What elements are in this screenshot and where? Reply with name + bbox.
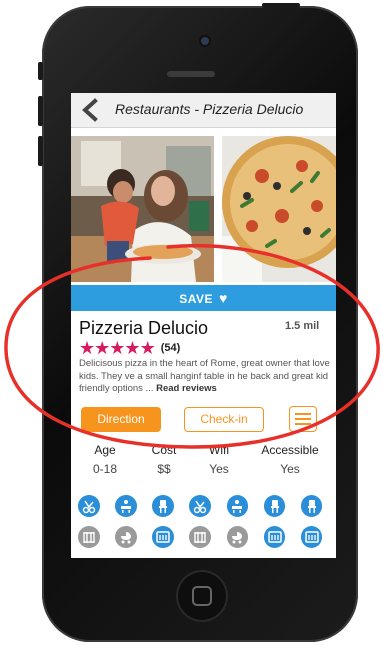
stat-value: Yes — [280, 462, 300, 476]
stat-label: Wifi — [209, 443, 229, 457]
volume-up-button — [38, 96, 43, 126]
star-icon: ★ — [94, 338, 111, 358]
star-icon: ★ — [124, 338, 141, 358]
stat-cost: Cost $$ — [134, 443, 194, 476]
page-title: Restaurants - Pizzeria Delucio — [115, 101, 304, 117]
restaurant-description: Delicisous pizza in the heart of Rome, g… — [79, 358, 333, 396]
distance: 1.5 mil — [285, 320, 320, 332]
stat-accessible: Accessible Yes — [257, 443, 323, 476]
high-chair-icon — [263, 495, 286, 517]
read-reviews-link[interactable]: Read reviews — [156, 383, 217, 394]
direction-button[interactable]: Direction — [81, 407, 161, 432]
rating-stars: ★ ★ ★ ★ ★ (54) — [79, 339, 180, 357]
stroller-icon — [189, 495, 212, 517]
stat-age: Age 0-18 — [75, 443, 135, 476]
high-chair-icon — [152, 495, 174, 517]
earpiece-speaker — [167, 71, 215, 77]
review-count: (54) — [160, 342, 181, 354]
stat-wifi: Wifi Yes — [189, 443, 249, 476]
kids-menu-icon — [152, 526, 174, 548]
home-square-icon — [192, 586, 212, 606]
stat-value: 0-18 — [92, 462, 118, 476]
stat-label: Cost — [151, 443, 177, 457]
restaurant-photo-pizza[interactable] — [222, 136, 336, 282]
star-icon: ★ — [139, 338, 156, 358]
baby-carriage-icon — [115, 526, 137, 548]
volume-down-button — [38, 136, 43, 166]
stat-label: Age — [94, 443, 116, 457]
baby-carriage-icon — [226, 526, 249, 548]
stat-value: Yes — [209, 462, 229, 476]
high-chair-icon — [300, 495, 323, 517]
save-label: SAVE — [179, 292, 213, 306]
nav-header: Restaurants - Pizzeria Delucio — [71, 93, 336, 128]
save-button[interactable]: SAVE ♥ — [71, 285, 336, 311]
stat-label: Accessible — [261, 443, 319, 457]
checkin-button[interactable]: Check-in — [184, 407, 264, 432]
heart-icon: ♥ — [218, 290, 228, 306]
restaurant-name: Pizzeria Delucio — [79, 318, 209, 338]
star-icon: ★ — [79, 338, 96, 358]
stat-value: $$ — [157, 462, 171, 476]
star-icon: ★ — [109, 338, 126, 358]
stroller-icon — [78, 495, 100, 517]
power-button — [262, 3, 300, 8]
changing-table-icon — [115, 495, 137, 517]
amenity-icons-row-2 — [78, 526, 336, 548]
amenity-icons-row-1 — [78, 495, 336, 517]
kids-menu-icon — [263, 526, 286, 548]
restaurant-photo-family[interactable] — [71, 136, 214, 282]
kids-menu-icon — [300, 526, 323, 548]
back-arrow-icon[interactable] — [79, 98, 101, 122]
crib-icon — [189, 526, 212, 548]
changing-table-icon — [226, 495, 249, 517]
menu-icon[interactable] — [289, 406, 317, 432]
mute-switch — [38, 62, 43, 80]
home-button[interactable] — [176, 570, 228, 622]
front-camera — [201, 37, 209, 45]
app-screen: Restaurants - Pizzeria Delucio SAVE ♥ Pi… — [71, 93, 336, 558]
crib-icon — [78, 526, 100, 548]
